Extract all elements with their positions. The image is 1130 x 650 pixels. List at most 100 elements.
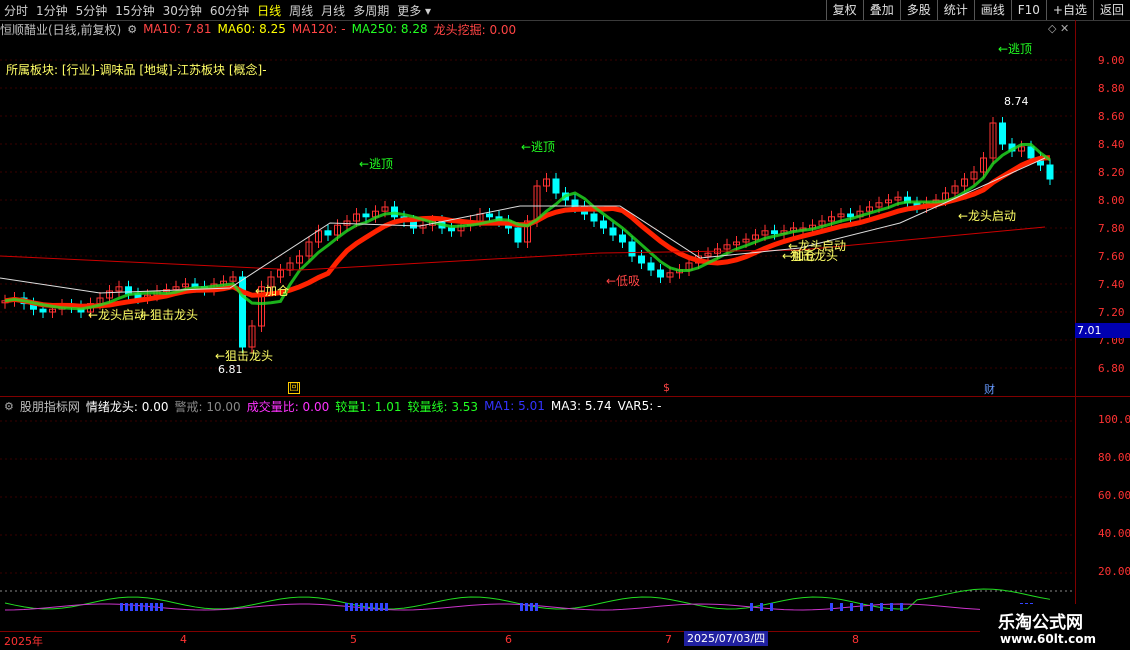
chart-title: 恒顺醋业(日线,前复权) <box>0 22 122 37</box>
candle-body <box>239 276 246 348</box>
candle-body <box>39 308 47 313</box>
price-axis-label: 9.00 <box>1098 54 1125 67</box>
indicator-bar <box>150 603 153 611</box>
indicator-bar <box>750 603 753 611</box>
candle-body <box>1027 146 1035 159</box>
watermark: 乐淘公式网 www.60lt.com <box>980 604 1130 650</box>
collapse-icon[interactable]: ◇ ✕ <box>1048 22 1069 35</box>
period-tab[interactable]: 1分钟 <box>36 2 68 19</box>
indicator-bar <box>900 603 903 611</box>
annotation-snipe: 狙击龙头 <box>790 249 839 263</box>
date-axis-label: 4 <box>180 633 187 646</box>
toolbar-button[interactable]: 复权 <box>825 0 863 20</box>
candle-body <box>448 227 455 232</box>
candle-body <box>609 227 617 236</box>
annotation-low: 6.81 <box>218 363 243 376</box>
watermark-url: www.60lt.com <box>1000 632 1097 646</box>
indicator-chart[interactable] <box>0 415 1075 630</box>
indicator-bar <box>125 603 128 611</box>
pane-divider <box>0 396 1130 397</box>
period-tab[interactable]: 月线 <box>321 2 345 19</box>
price-axis-label: 8.20 <box>1098 166 1125 179</box>
candle-body <box>657 269 664 278</box>
indicator-bar <box>130 603 133 611</box>
ma250-value: MA250: 8.28 <box>351 22 428 36</box>
toolbar-button[interactable]: 统计 <box>936 0 974 20</box>
period-tabs: 分时 1分钟 5分钟 15分钟 30分钟 60分钟 日线 周线 月线 多周期 更多 ▾ <box>4 0 439 20</box>
indicator-bar <box>830 603 833 611</box>
indicator-jingjie: 警戒: 10.00 <box>174 399 241 414</box>
toolbar-button[interactable]: F10 <box>1010 0 1046 20</box>
indicator-ma3: MA3: 5.74 <box>550 399 612 413</box>
indicator-bar <box>840 603 843 611</box>
indicator-bar <box>530 603 533 611</box>
candle-body <box>324 230 332 236</box>
toolbar-button[interactable]: 多股 <box>899 0 937 20</box>
indicator-bar <box>380 603 383 611</box>
price-axis-label: 7.40 <box>1098 278 1125 291</box>
annotation-high: 8.74 <box>1004 95 1029 108</box>
price-axis-label: 8.00 <box>1098 194 1125 207</box>
event-marker[interactable]: 财 <box>984 381 995 397</box>
indicator-qingxu: 情绪龙头: 0.00 <box>85 399 169 414</box>
toolbar-button[interactable]: 叠加 <box>862 0 900 20</box>
indicator-bar <box>525 603 528 611</box>
candle-body <box>999 122 1006 145</box>
indicator-bar <box>880 603 883 611</box>
date-axis-label: 7 <box>665 633 672 646</box>
event-marker[interactable]: $ <box>663 381 670 394</box>
date-axis-label: 8 <box>852 633 859 646</box>
indicator-bar <box>135 603 138 611</box>
date-axis-label: 2025年 <box>4 635 43 648</box>
settings-icon[interactable]: ⚙ <box>127 23 137 36</box>
indicator-var5: VAR5: - <box>617 399 662 413</box>
candlestick-chart[interactable] <box>0 38 1075 394</box>
ma10-value: MA10: 7.81 <box>143 22 212 36</box>
annotation-dragon-start: ←龙头启动 <box>88 308 147 322</box>
price-axis-label: 8.40 <box>1098 138 1125 151</box>
period-tab[interactable]: 更多 ▾ <box>397 2 431 19</box>
candle-body <box>514 227 522 243</box>
indicator-bar <box>520 603 523 611</box>
indicator-jiaoliangxian: 较量线: 3.53 <box>407 399 479 414</box>
toolbar-button[interactable]: +自选 <box>1045 0 1093 20</box>
candle-body <box>628 241 636 257</box>
selected-date: 2025/07/03/四 <box>684 631 769 646</box>
annotation-dragon-start: ←龙头启动 <box>958 209 1017 223</box>
indicator-chengjiao: 成交量比: 0.00 <box>246 399 330 414</box>
period-tab[interactable]: 多周期 <box>353 2 389 19</box>
period-tab[interactable]: 日线 <box>257 2 281 19</box>
indicator-axis-label: 80.00 <box>1098 451 1130 464</box>
toolbar-buttons: 复权 叠加 多股 统计 画线 F10 +自选 返回 <box>825 0 1130 20</box>
ma120-value: MA120: - <box>291 22 346 36</box>
annotation-escape-top: ←逃顶 <box>998 42 1033 56</box>
period-tab[interactable]: 60分钟 <box>210 2 249 19</box>
settings-icon[interactable]: ⚙ <box>4 400 14 413</box>
period-tab[interactable]: 周线 <box>289 2 313 19</box>
price-axis-label: 7.80 <box>1098 222 1125 235</box>
period-tab[interactable]: 5分钟 <box>76 2 108 19</box>
period-tab[interactable]: 分时 <box>4 2 28 19</box>
toolbar-button[interactable]: 返回 <box>1092 0 1130 20</box>
date-axis: 2025年 4 5 6 7 8 <box>0 631 980 649</box>
indicator-name: 股朋指标网 <box>19 399 80 414</box>
annotation-snipe: ←狙击龙头 <box>215 349 274 363</box>
ma250-line <box>0 226 1046 271</box>
indicator-bar <box>345 603 348 611</box>
indicator-bar <box>120 603 123 611</box>
toolbar-button[interactable]: 画线 <box>973 0 1011 20</box>
candle-body <box>638 255 645 264</box>
candle-body <box>600 220 607 229</box>
indicator-bar <box>370 603 373 611</box>
annotation-escape-top: ←逃顶 <box>359 157 394 171</box>
candle-body <box>590 213 598 222</box>
longtou-value: 龙头挖掘: 0.00 <box>433 22 517 37</box>
annotation-escape-top: ←逃顶 <box>521 140 556 154</box>
date-axis-label: 5 <box>350 633 357 646</box>
candle-body <box>486 213 493 218</box>
indicator-bar <box>155 603 158 611</box>
ma60-value: MA60: 8.25 <box>217 22 286 36</box>
period-tab[interactable]: 15分钟 <box>115 2 154 19</box>
event-marker[interactable]: 回 <box>288 382 300 394</box>
period-tab[interactable]: 30分钟 <box>163 2 202 19</box>
